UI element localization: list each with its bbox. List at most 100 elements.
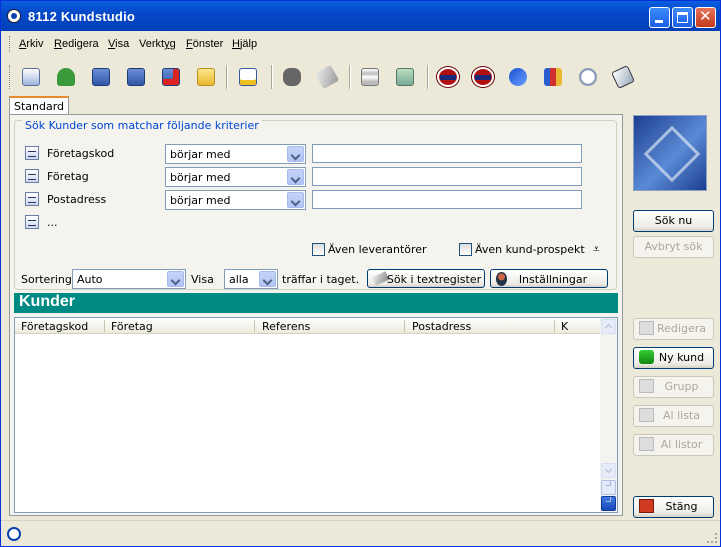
button-label: Inställningar — [518, 273, 588, 286]
chevron-down-icon[interactable] — [287, 146, 304, 162]
menu-arkiv[interactable]: Arkiv — [19, 38, 43, 50]
new-customer-button[interactable]: Ny kund — [633, 347, 714, 369]
criteria-field-icon[interactable] — [25, 146, 39, 160]
sort-label: Sortering — [21, 273, 72, 286]
close-button[interactable]: Stäng — [633, 496, 714, 518]
lev-button[interactable] — [470, 65, 496, 89]
checkbox-box[interactable] — [459, 243, 472, 256]
edit-button[interactable]: Redigera — [633, 318, 714, 340]
new-table-button[interactable] — [88, 65, 114, 89]
column-foretagskod[interactable]: Företagskod — [21, 320, 88, 333]
eraser-button[interactable] — [314, 64, 340, 90]
add-user-button[interactable] — [53, 65, 79, 89]
search-now-button[interactable]: Sök nu — [633, 210, 714, 232]
to-list-button[interactable]: Al lista — [633, 405, 714, 427]
refresh-list-icon[interactable] — [601, 496, 616, 511]
column-foretag[interactable]: Företag — [111, 320, 153, 333]
settings-button[interactable]: Inställningar — [490, 269, 608, 288]
find-button[interactable] — [279, 65, 305, 89]
criteria-field-icon[interactable] — [25, 169, 39, 183]
criteria-row: Företag börjar med — [23, 167, 603, 187]
menu-verktyg[interactable]: Verktyg — [139, 38, 176, 50]
stopwatch-button[interactable] — [575, 65, 601, 89]
criteria-value-input[interactable] — [312, 144, 582, 163]
stopwatch-icon — [579, 68, 597, 86]
save-table-button[interactable] — [123, 65, 149, 89]
scroll-up-button[interactable] — [601, 319, 616, 334]
criteria-label: Företag — [47, 170, 89, 183]
to-lists-button[interactable]: Al listor — [633, 434, 714, 456]
kund-button[interactable] — [435, 65, 461, 89]
close-window-button[interactable]: ✕ — [695, 7, 716, 28]
chevron-down-icon[interactable] — [259, 271, 276, 287]
window-title: 8112 Kundstudio — [28, 9, 136, 24]
operator-select[interactable]: börjar med — [165, 190, 306, 210]
group-button[interactable]: Grupp — [633, 376, 714, 398]
delete-table-button[interactable] — [158, 65, 184, 89]
sort-select[interactable]: Auto — [72, 269, 186, 289]
column-divider[interactable] — [554, 320, 555, 332]
new-customer-icon — [639, 350, 654, 364]
also-prospects-checkbox[interactable]: Även kund-prospekt — [459, 242, 585, 258]
title-bar[interactable]: 8112 Kundstudio ✕ — [1, 1, 720, 31]
checkbox-box[interactable] — [312, 243, 325, 256]
column-divider[interactable] — [404, 320, 405, 332]
search-group: Sök Kunder som matchar följande kriterie… — [14, 119, 617, 290]
checklist-icon — [239, 68, 257, 86]
database-button[interactable] — [357, 65, 383, 89]
column-k[interactable]: K — [561, 320, 568, 333]
operator-select[interactable]: börjar med — [165, 167, 306, 187]
cancel-search-button[interactable]: Avbryt sök — [633, 236, 714, 258]
menu-visa[interactable]: Visa — [108, 38, 129, 50]
menu-bar: Arkiv Redigera Visa Verktyg Fönster Hjäl… — [1, 32, 720, 56]
close-icon — [639, 499, 654, 513]
app-logo-icon[interactable] — [7, 9, 21, 23]
column-divider[interactable] — [104, 320, 105, 332]
copy-record-button[interactable] — [18, 65, 44, 89]
checklist-button[interactable] — [235, 65, 261, 89]
toolbar-grip[interactable] — [9, 65, 12, 89]
database-icon — [361, 68, 379, 86]
column-referens[interactable]: Referens — [262, 320, 310, 333]
column-postadress[interactable]: Postadress — [412, 320, 471, 333]
vertical-scrollbar[interactable] — [600, 318, 617, 512]
chevron-down-icon[interactable] — [287, 169, 304, 185]
menu-fonster[interactable]: Fönster — [186, 38, 223, 50]
criteria-row: Företagskod börjar med — [23, 144, 603, 164]
column-divider[interactable] — [254, 320, 255, 332]
minimize-button[interactable] — [649, 7, 670, 28]
transfer-button[interactable] — [505, 65, 531, 89]
open-folder-button[interactable] — [193, 65, 219, 89]
criteria-field-icon[interactable] — [25, 215, 39, 229]
scroll-page-button[interactable] — [601, 480, 616, 495]
chevron-down-icon[interactable] — [287, 192, 304, 208]
resize-grip[interactable] — [707, 533, 717, 543]
text-register-search-button[interactable]: Sök i textregister — [367, 269, 485, 288]
customers-list[interactable]: Företagskod Företag Referens Postadress … — [14, 317, 618, 513]
menu-hjalp[interactable]: Hjälp — [232, 38, 257, 50]
operator-select[interactable]: börjar med — [165, 144, 306, 164]
close-icon: ✕ — [699, 7, 712, 25]
menu-redigera[interactable]: Redigera — [54, 38, 99, 50]
user-status-icon[interactable] — [7, 527, 21, 541]
criteria-field-icon[interactable] — [25, 192, 39, 206]
books-button[interactable] — [540, 65, 566, 89]
expand-options-icon[interactable]: ⩡ — [593, 242, 600, 257]
checkbox-label: Även kund-prospekt — [475, 243, 585, 256]
chevron-down-icon[interactable] — [167, 271, 184, 287]
scroll-down-button[interactable] — [601, 463, 616, 478]
notebook-button[interactable] — [610, 65, 636, 89]
notebook-icon — [611, 65, 635, 89]
lev-icon — [472, 67, 494, 87]
criteria-value-input[interactable] — [312, 190, 582, 209]
export-button[interactable] — [392, 65, 418, 89]
criteria-value-input[interactable] — [312, 167, 582, 186]
tab-standard[interactable]: Standard — [9, 96, 70, 116]
new-table-icon — [92, 68, 110, 86]
maximize-button[interactable] — [672, 7, 693, 28]
more-criteria-label[interactable]: ... — [47, 216, 58, 229]
also-suppliers-checkbox[interactable]: Även leverantörer — [312, 242, 427, 258]
button-label: Sök nu — [654, 214, 693, 227]
menubar-grip[interactable] — [9, 36, 12, 52]
show-count-select[interactable]: alla — [224, 269, 278, 289]
